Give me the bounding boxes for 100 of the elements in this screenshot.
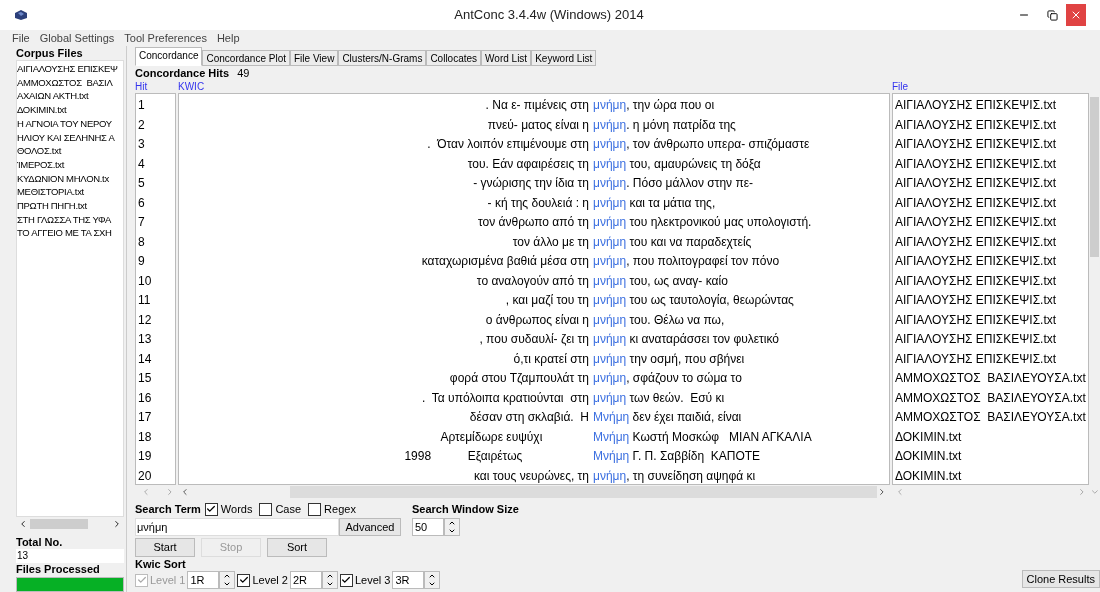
app-logo-icon xyxy=(14,9,28,21)
close-icon[interactable] xyxy=(1066,4,1086,26)
scrollbar-thumb[interactable] xyxy=(30,519,88,529)
checkbox-label[interactable]: Case xyxy=(275,500,302,518)
hit-number: 20 xyxy=(137,467,153,485)
left-context: δέσαν στη σκλαβιά. Η xyxy=(468,409,590,426)
right-context: , τη συνείδηση αψηφά κι xyxy=(626,467,756,485)
left-context: 1998 Εξαιρέτως xyxy=(403,448,524,465)
file-list-item[interactable]: ΑΜΜΟΧΩΣΤΟΣ ΒΑΣΙΛ xyxy=(17,75,123,90)
keyword: μνήμη xyxy=(593,233,627,251)
advanced-button[interactable]: Advanced xyxy=(339,518,401,536)
spin-field[interactable]: 2R xyxy=(289,571,322,589)
file-name: ΑΙΓΙΑΛΟΥΣΗΣ ΕΠΙΣΚΕΨΙΣ.txt xyxy=(894,175,1058,192)
checkbox-label[interactable]: Regex xyxy=(324,500,356,518)
file-list-item[interactable]: ΘΟΛΟΣ.txt xyxy=(17,144,123,158)
keyword: μνήμη xyxy=(593,311,627,329)
window-title: AntConc 3.4.4w (Windows) 2014 xyxy=(454,6,644,25)
left-context: τον άλλο με τη xyxy=(511,233,590,251)
left-context: το αναλογούν από τη xyxy=(475,272,590,290)
checkbox-label[interactable]: Words xyxy=(220,500,253,518)
file-name: ΑΙΓΙΑΛΟΥΣΗΣ ΕΠΙΣΚΕΨΙΣ.txt xyxy=(894,214,1058,231)
right-context: Κωστή Μοσκώφ ΜΙΑΝ ΑΓΚΑΛΙΑ xyxy=(631,428,812,446)
menu-item[interactable]: Global Settings xyxy=(39,29,115,47)
hit-number: 11 xyxy=(137,292,152,309)
menu-item[interactable]: Help xyxy=(216,29,240,47)
left-context: ο άνθρωπος είναι η xyxy=(484,311,590,329)
scrollbar-thumb[interactable] xyxy=(1090,97,1099,257)
tab[interactable]: Concordance xyxy=(135,47,203,66)
tab[interactable]: Collocates xyxy=(426,50,482,66)
file-list-item[interactable]: ΑΙΓΙΑΛΟΥΣΗΣ ΕΠΙΣΚΕΨ xyxy=(17,62,123,76)
checkbox[interactable] xyxy=(259,502,273,516)
right-context: κι αναταράσσει τον φυλετικό xyxy=(628,331,780,348)
checkbox[interactable] xyxy=(339,573,353,587)
scroll-right-icon[interactable] xyxy=(112,519,122,529)
hit-number: 10 xyxy=(137,272,153,290)
right-context: του. Θέλω να πω, xyxy=(628,311,725,329)
clone-results-button[interactable]: Clone Results xyxy=(1021,570,1100,588)
right-context: δεν έχει παιδιά, είναι xyxy=(631,409,742,426)
action-button[interactable]: Sort xyxy=(267,538,327,557)
level-label[interactable]: Level 3 xyxy=(354,571,391,589)
hit-number: 7 xyxy=(137,214,146,231)
menu-item[interactable]: Tool Preferences xyxy=(124,29,207,47)
spin-arrows-icon[interactable] xyxy=(219,571,236,589)
check-icon xyxy=(341,575,352,585)
window-size-label: Search Window Size xyxy=(412,502,519,517)
checkbox[interactable] xyxy=(308,502,322,516)
right-context: , σφάζουν το σώμα το xyxy=(626,370,742,387)
spin-arrows-icon[interactable] xyxy=(424,571,441,589)
file-list-item[interactable]: ΑΧΑΙΩΝ ΑΚΤΗ.txt xyxy=(17,89,123,104)
file-list-item[interactable]: ΜΕΘΙΣΤΟΡΙΑ.txt xyxy=(17,185,123,200)
action-button[interactable]: Start xyxy=(135,538,195,557)
level-label[interactable]: Level 2 xyxy=(252,571,288,589)
file-list-item[interactable]: ΊΜΕΡΟΣ.txt xyxy=(17,157,123,172)
scroll-left-icon[interactable] xyxy=(18,519,28,529)
file-list[interactable] xyxy=(16,60,124,517)
file-name: ΔΟΚΙΜΙΝ.txt xyxy=(894,448,963,465)
keyword: μνήμη xyxy=(593,331,627,348)
right-context: την οσμή, που σβήνει xyxy=(628,350,745,368)
search-field[interactable]: μνήμη xyxy=(135,518,339,536)
tab[interactable]: Word List xyxy=(481,50,532,66)
keyword: μνήμη xyxy=(593,389,627,407)
menu-item[interactable]: File xyxy=(12,29,30,47)
file-name: ΑΙΓΙΑΛΟΥΣΗΣ ΕΠΙΣΚΕΨΙΣ.txt xyxy=(894,194,1058,212)
tab[interactable]: Keyword List xyxy=(531,50,597,66)
tab[interactable]: Clusters/N-Grams xyxy=(338,50,427,66)
tab[interactable]: File View xyxy=(290,50,339,66)
right-context: του, ως αναγ- καίο xyxy=(628,272,728,290)
column-header[interactable]: KWIC xyxy=(178,81,892,93)
column-header[interactable]: File xyxy=(892,81,909,93)
left-context: , που συδαυλί- ζει τη xyxy=(478,331,590,348)
hit-number: 4 xyxy=(137,155,146,173)
file-list-item[interactable]: ΚΥΔΩΝΙΟΝ ΜΗΛΟΝ.tx xyxy=(17,171,123,186)
total-value: 13 xyxy=(16,549,124,563)
keyword: μνήμη xyxy=(593,350,627,368)
spin-field[interactable]: 3R xyxy=(392,571,425,589)
file-list-item[interactable]: ΤΟ ΑΓΓΕΙΟ ΜΕ ΤΑ ΣΧΗ xyxy=(17,226,123,241)
keyword: Μνήμη xyxy=(593,428,630,446)
right-context: Γ. Π. Σαββίδη ΚΑΠΟΤΕ xyxy=(631,448,761,465)
right-context: του και να παραδεχτείς xyxy=(628,233,752,251)
column-header[interactable]: Hit xyxy=(135,81,178,93)
file-list-item[interactable]: ΔΟΚΙΜΙΝ.txt xyxy=(17,103,123,117)
keyword: μνήμη xyxy=(593,214,627,231)
left-context: . Όταν λοιπόν επιμένουμε στη xyxy=(426,136,590,153)
spin-field[interactable]: 50 xyxy=(412,518,444,536)
file-list-item[interactable]: ΣΤΗ ΓΛΩΣΣΑ ΤΗΣ ΥΦΑ xyxy=(17,212,123,227)
file-list-item[interactable]: Η ΑΓΝΟΙΑ ΤΟΥ ΝΕΡΟΥ xyxy=(17,116,123,131)
file-list-item[interactable]: ΠΡΩΤΗ ΠΗΓΗ.txt xyxy=(17,199,123,213)
spin-arrows-icon[interactable] xyxy=(444,518,460,536)
panel-label: Corpus Files xyxy=(16,46,84,60)
file-list-item[interactable]: ΗΛΙΟΥ ΚΑΙ ΣΕΛΗΝΗΣ Α xyxy=(17,130,123,145)
checkbox[interactable] xyxy=(237,573,251,587)
hit-number: 19 xyxy=(137,448,153,465)
hit-number: 14 xyxy=(137,350,153,368)
tab[interactable]: Concordance Plot xyxy=(202,50,290,66)
hits-count: 49 xyxy=(237,66,250,82)
file-name: ΑΙΓΙΑΛΟΥΣΗΣ ΕΠΙΣΚΕΨΙΣ.txt xyxy=(894,331,1058,348)
right-context: , που πολιτογραφεί τον πόνο xyxy=(626,253,780,270)
right-context: και τα μάτια της, xyxy=(628,194,716,212)
file-name: ΑΜΜΟΧΩΣΤΟΣ ΒΑΣΙΛΕΥΟΥΣΑ.txt xyxy=(894,370,1087,387)
checkbox[interactable] xyxy=(204,502,218,516)
